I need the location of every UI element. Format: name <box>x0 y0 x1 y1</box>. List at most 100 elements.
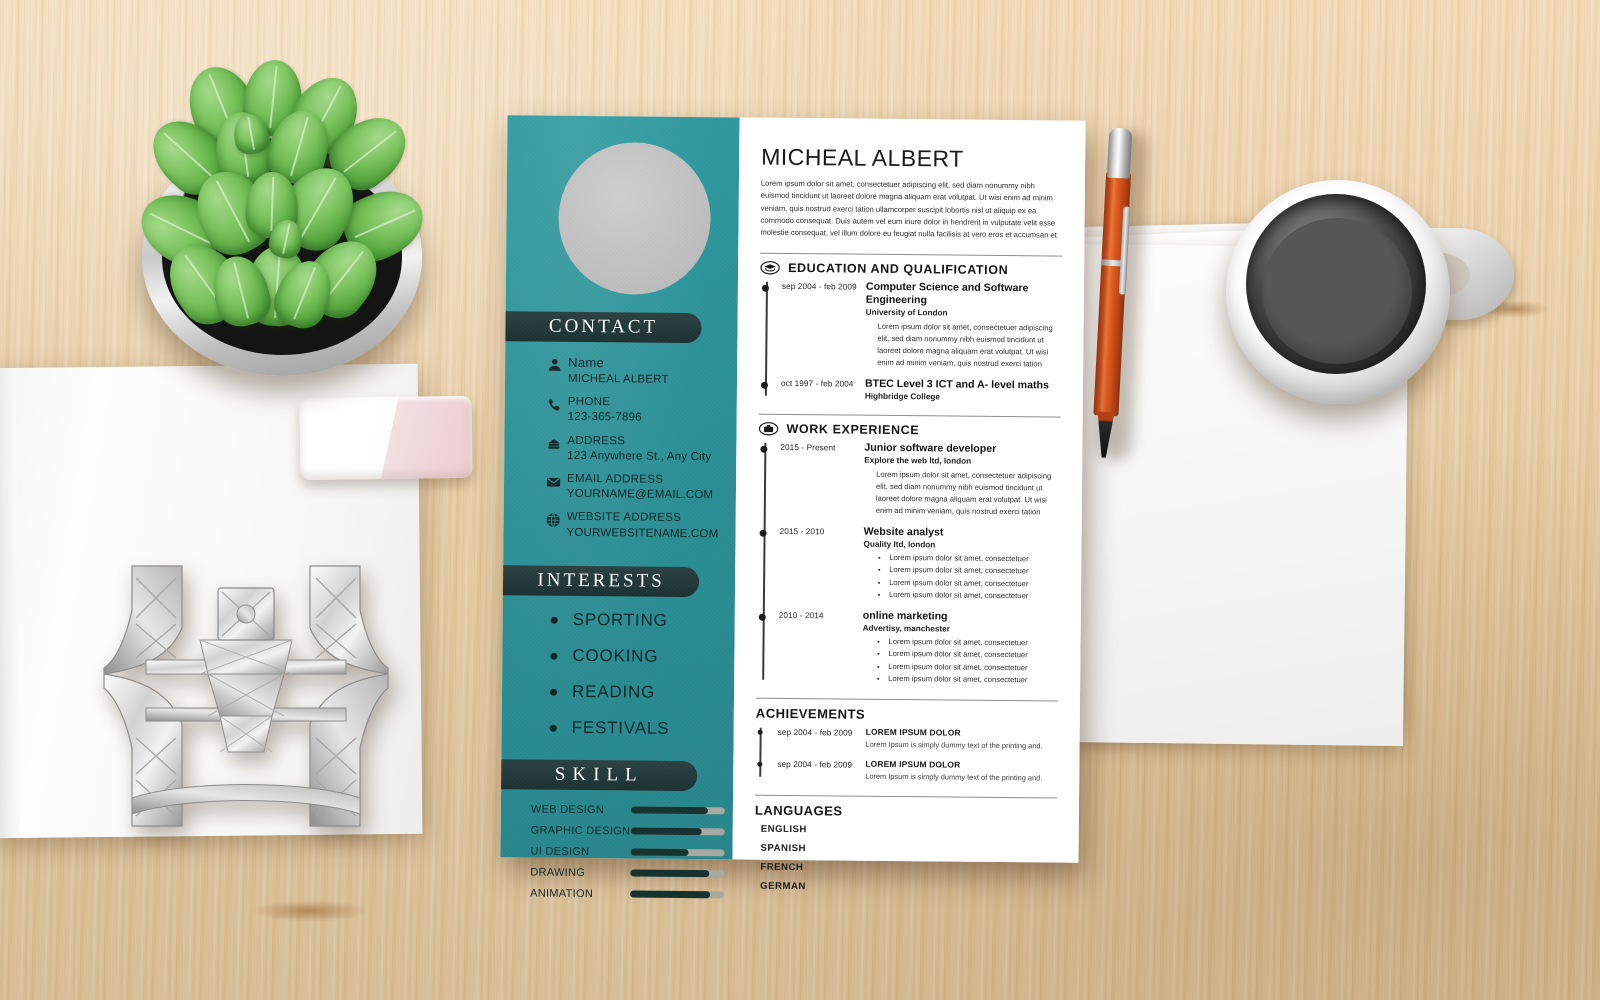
interest-item: READING <box>550 682 734 704</box>
timeline-subtitle: Highbridge College <box>864 391 940 402</box>
eiffel-tower-figurine <box>96 548 396 834</box>
languages-section: LANGUAGES ENGLISH SPANISH FRENCH GERMAN <box>754 795 1058 895</box>
timeline-title: online marketing <box>862 609 948 623</box>
contact-value: YOURNAME@EMAIL.COM <box>566 488 714 502</box>
timeline-item: 2015 - Present Junior software developer… <box>780 441 1061 519</box>
resume-main: MICHEAL ALBERT Lorem ipsum dolor sit ame… <box>732 117 1086 893</box>
timeline-item: 2015 - 2010 Website analyst Quality ltd,… <box>779 525 1060 603</box>
contact-label: ADDRESS <box>567 434 626 447</box>
education-title: EDUCATION AND QUALIFICATION <box>788 261 1009 278</box>
divider <box>755 795 1058 799</box>
timeline-date: 2010 - 2014 <box>778 611 824 621</box>
timeline-title: Computer Science and Software Engineerin… <box>865 281 1029 307</box>
page-title: MICHEAL ALBERT <box>761 143 964 172</box>
language-item: ENGLISH <box>760 824 807 836</box>
work-timeline: 2015 - Present Junior software developer… <box>756 441 1060 687</box>
skill-fill <box>630 827 703 836</box>
timeline-subtitle: Advertisy, manchester <box>862 623 950 634</box>
timeline-item: sep 2004 - feb 2009 LOREM IPSUM DOLOR Lo… <box>778 726 1058 752</box>
graduation-cap-icon <box>760 261 780 275</box>
work-section: WORK EXPERIENCE 2015 - Present Junior so… <box>756 413 1061 687</box>
language-item: FRENCH <box>760 862 804 874</box>
skill-row: DRAWING <box>530 866 732 880</box>
contact-item-website: WEBSITE ADDRESS YOURWEBSITENAME.COM <box>546 511 736 541</box>
skill-fill <box>630 848 689 857</box>
skill-label: GRAPHIC DESIGN <box>530 824 631 838</box>
coffee-surface <box>1262 218 1412 364</box>
skill-label: UI DESIGN <box>530 845 590 858</box>
skill-fill <box>630 890 711 899</box>
home-icon <box>546 436 561 463</box>
interests-heading-label: INTERESTS <box>537 569 665 592</box>
achievements-timeline: sep 2004 - feb 2009 LOREM IPSUM DOLOR Lo… <box>755 726 1058 784</box>
skill-row: ANIMATION <box>530 887 732 901</box>
resume-document: CONTACT Name MICHEAL ALBERT PHONE 123-36… <box>500 115 1086 900</box>
timeline-date: 2015 - 2010 <box>779 527 825 537</box>
contact-item-name: Name MICHEAL ALBERT <box>547 354 737 388</box>
bullet-item: Lorem ipsum dolor sit amet, consectetuer <box>888 673 1058 687</box>
summary-text: Lorem ipsum dolor sit amet, consectetuer… <box>760 178 1057 240</box>
timeline-description: Lorem ipsum dolor sit amet, consectetuer… <box>875 469 1052 517</box>
skill-label: ANIMATION <box>530 887 594 901</box>
contact-value: YOURWEBSITENAME.COM <box>566 526 719 540</box>
contact-item-email: EMAIL ADDRESS YOURNAME@EMAIL.COM <box>546 473 736 503</box>
phone-icon <box>547 398 562 425</box>
achievements-header: ACHIEVEMENTS <box>756 706 1058 724</box>
contact-label: EMAIL ADDRESS <box>567 472 664 486</box>
contact-heading-label: CONTACT <box>548 315 659 338</box>
skill-track <box>630 869 725 878</box>
timeline-item: sep 2004 - feb 2009 Computer Science and… <box>781 280 1062 371</box>
timeline-description: Lorem ipsum dolor sit amet, consectetuer… <box>877 321 1053 369</box>
person-icon <box>547 358 562 386</box>
bullet-item: Lorem ipsum dolor sit amet, consectetuer <box>889 589 1059 603</box>
timeline-item: sep 2004 - feb 2009 LOREM IPSUM DOLOR Lo… <box>777 758 1057 784</box>
skill-row: GRAPHIC DESIGN <box>531 824 733 838</box>
contact-value: 123-365-7896 <box>567 411 642 424</box>
avatar <box>557 141 712 296</box>
contact-heading: CONTACT <box>505 311 702 344</box>
skill-track <box>630 848 725 857</box>
contact-label: WEBSITE ADDRESS <box>566 511 682 525</box>
contact-label: PHONE <box>567 395 611 409</box>
eraser <box>299 395 473 481</box>
contact-item-address: ADDRESS 123 Anywhere St., Any City <box>546 434 736 464</box>
desk-scene: CONTACT Name MICHEAL ALBERT PHONE 123-36… <box>0 0 1600 1000</box>
timeline-title: BTEC Level 3 ICT and A- level maths <box>864 378 1049 392</box>
skill-label: WEB DESIGN <box>530 803 605 817</box>
skill-track <box>630 806 725 815</box>
interest-item: FESTIVALS <box>550 718 734 740</box>
timeline-date: oct 1997 - feb 2004 <box>780 379 854 390</box>
divider <box>755 697 1058 702</box>
timeline-subtitle: University of London <box>865 307 948 318</box>
envelope-icon <box>546 475 561 502</box>
achievements-title: ACHIEVEMENTS <box>755 705 866 722</box>
timeline-title: Website analyst <box>863 526 944 539</box>
contact-label: Name <box>568 354 605 371</box>
education-section: EDUCATION AND QUALIFICATION sep 2004 - f… <box>759 253 1063 403</box>
languages-list: ENGLISH SPANISH FRENCH GERMAN <box>760 824 1057 895</box>
timeline-item: 2010 - 2014 online marketing Advertisy, … <box>778 609 1059 687</box>
skill-track <box>630 890 725 899</box>
pen-cap <box>1106 127 1133 179</box>
skill-row: UI DESIGN <box>530 845 732 859</box>
interests-list: SPORTING COOKING READING FESTIVALS <box>550 610 735 740</box>
briefcase-icon <box>758 422 779 436</box>
wood-knot <box>250 900 370 922</box>
timeline-title: Junior software developer <box>864 441 997 456</box>
interest-item: COOKING <box>550 646 734 668</box>
contact-value: MICHEAL ALBERT <box>567 372 669 386</box>
divider <box>760 253 1063 258</box>
timeline-date: sep 2004 - feb 2009 <box>781 282 857 293</box>
skill-heading-label: SKILL <box>554 763 644 786</box>
interests-heading: INTERESTS <box>502 565 700 598</box>
skill-row: WEB DESIGN <box>531 803 733 817</box>
coffee-mug <box>1224 172 1514 416</box>
notebook-fold <box>0 367 21 839</box>
timeline-bullets: Lorem ipsum dolor sit amet, consectetuer… <box>862 636 1058 687</box>
work-header: WORK EXPERIENCE <box>758 422 1061 439</box>
timeline-date: sep 2004 - feb 2009 <box>777 760 853 770</box>
globe-icon <box>546 513 561 540</box>
timeline-date: 2015 - Present <box>780 443 836 453</box>
contact-item-phone: PHONE 123-365-7896 <box>547 396 737 426</box>
achievement-title: LOREM IPSUM DOLOR <box>865 726 961 738</box>
